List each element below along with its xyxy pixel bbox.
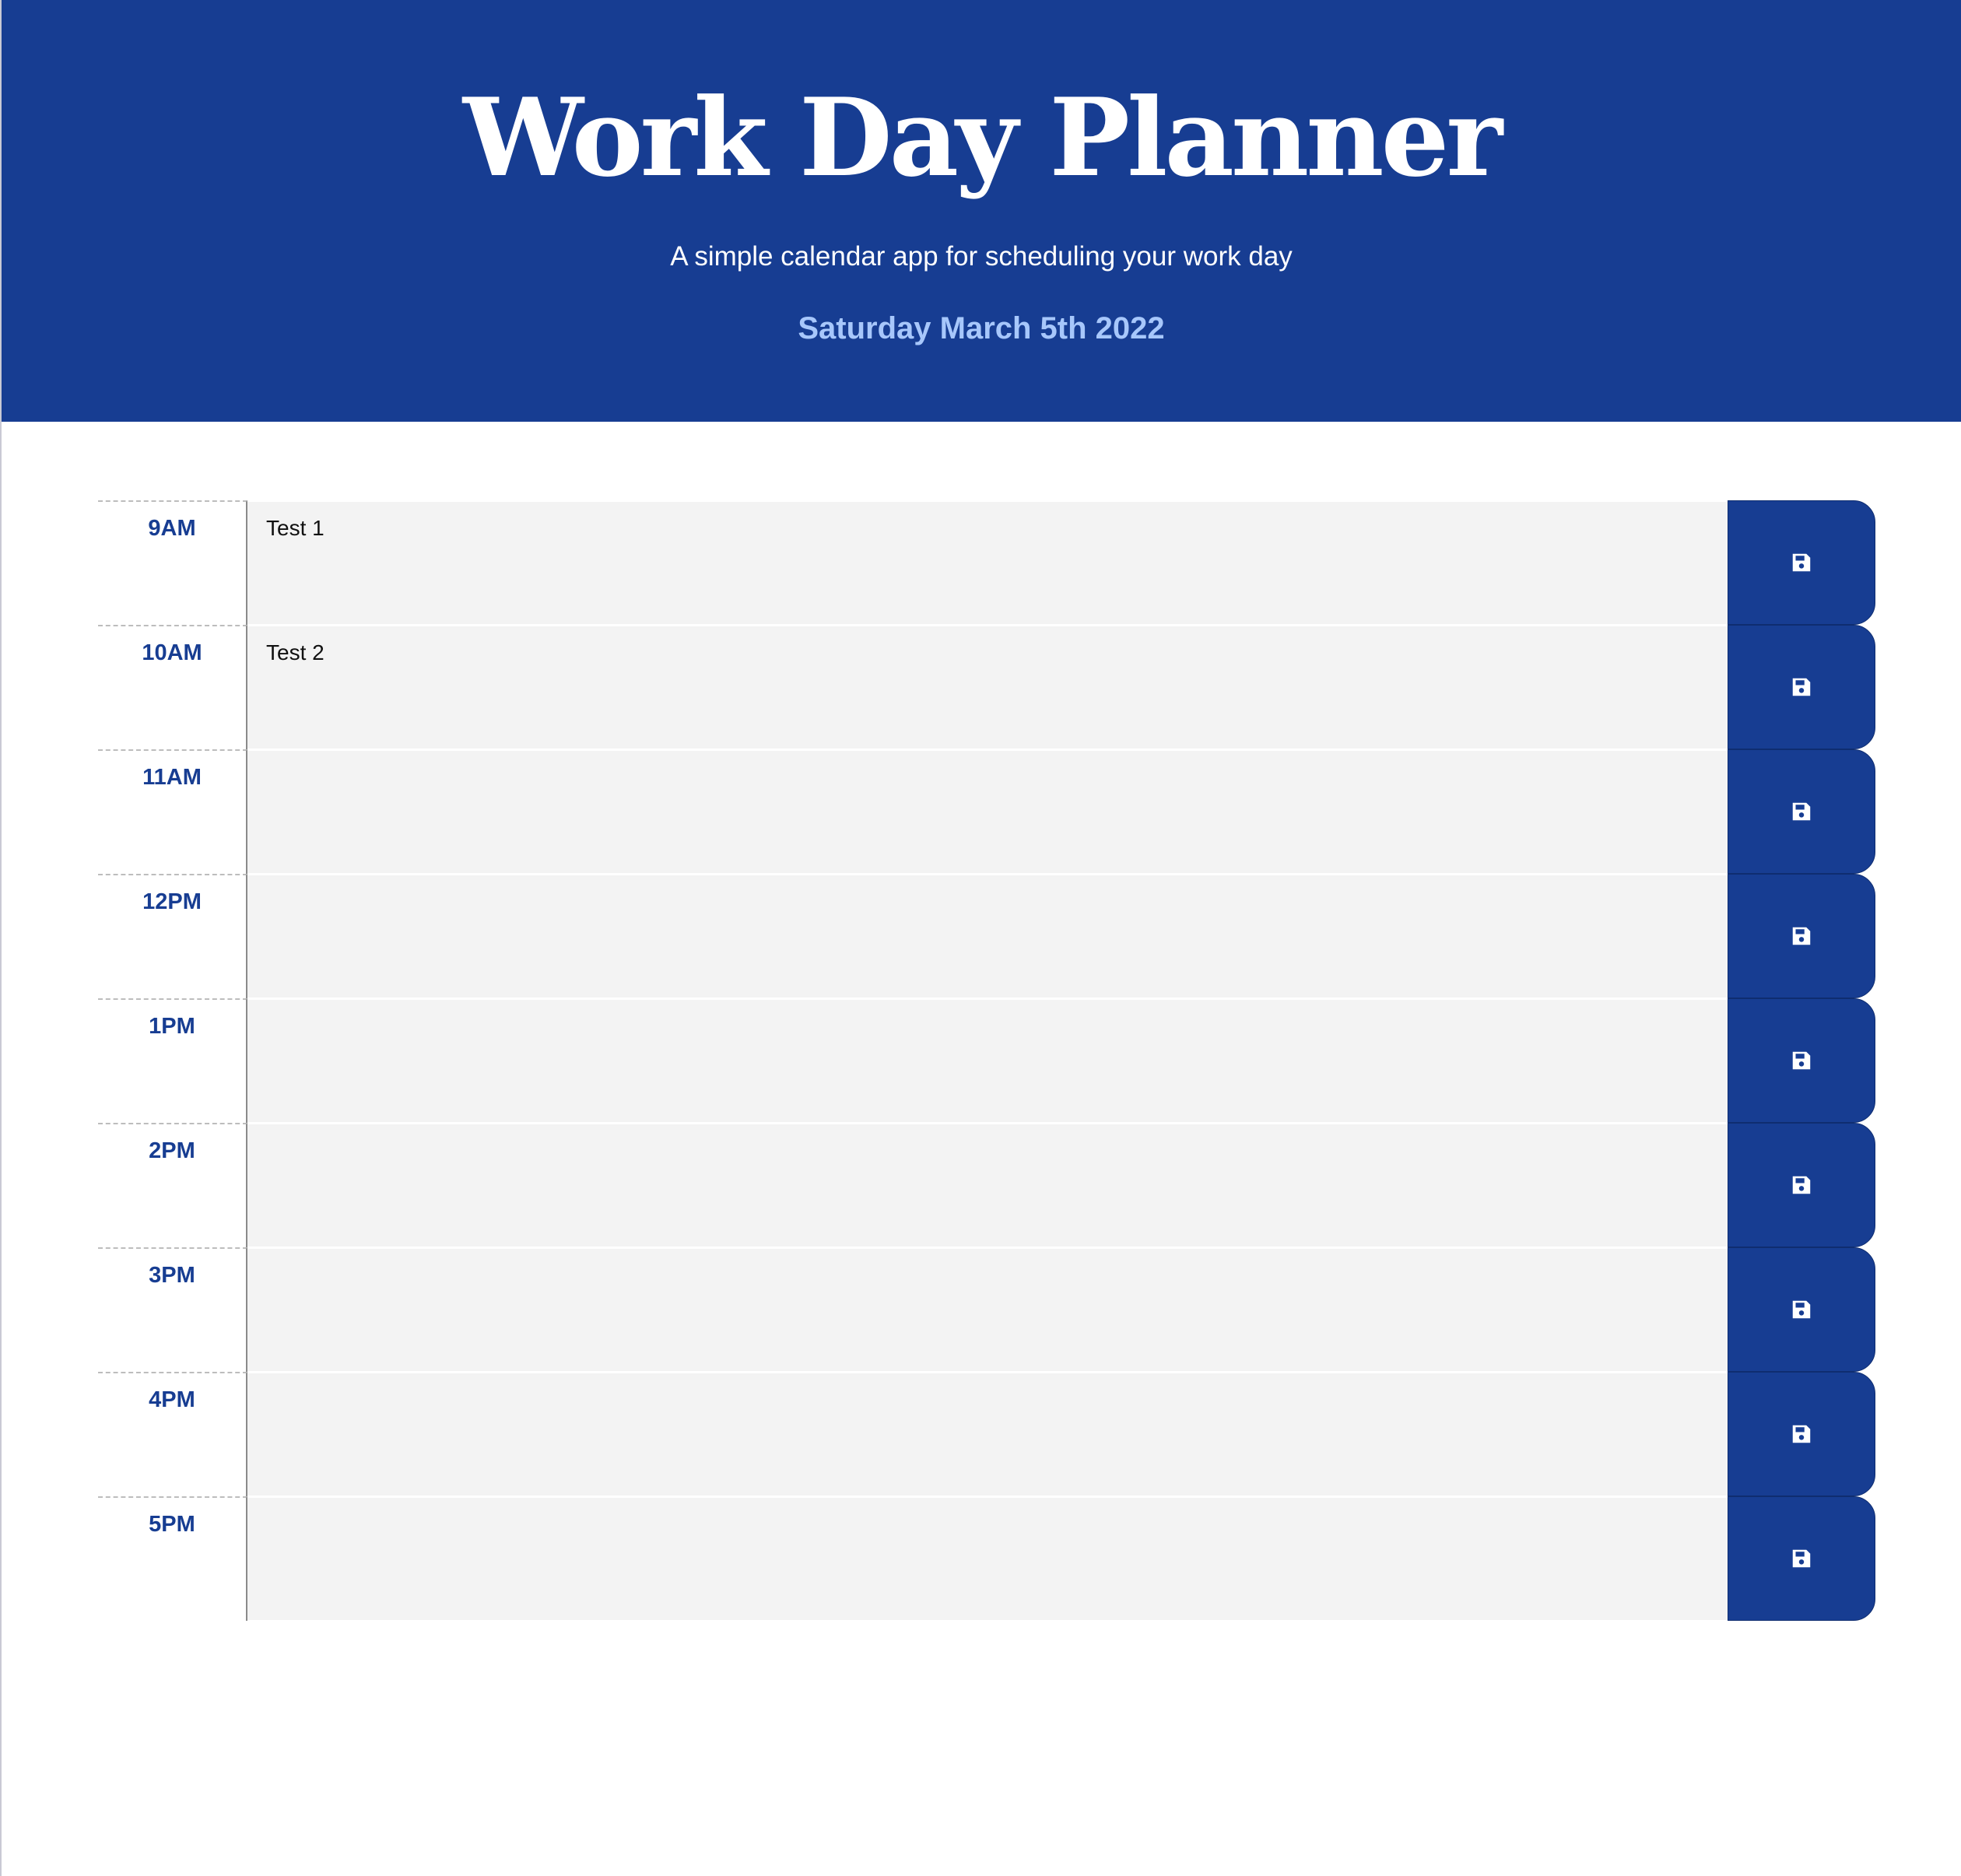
save-button[interactable] — [1728, 1496, 1875, 1621]
floppy-disk-icon — [1792, 802, 1811, 821]
save-button[interactable] — [1728, 625, 1875, 749]
hour-label: 1PM — [98, 998, 247, 1123]
description-input[interactable] — [247, 1123, 1728, 1247]
hour-label: 5PM — [98, 1496, 247, 1621]
hour-label: 2PM — [98, 1123, 247, 1247]
description-input[interactable]: Test 2 — [247, 625, 1728, 749]
save-button[interactable] — [1728, 1372, 1875, 1496]
page-subtitle: A simple calendar app for scheduling you… — [670, 241, 1293, 272]
description-input[interactable] — [247, 749, 1728, 874]
time-block-row: 3PM — [98, 1247, 1875, 1372]
floppy-disk-icon — [1792, 553, 1811, 572]
time-block-row: 5PM — [98, 1496, 1875, 1621]
description-input[interactable] — [247, 1372, 1728, 1496]
hour-label: 4PM — [98, 1372, 247, 1496]
hour-label: 12PM — [98, 874, 247, 998]
time-block-row: 11AM — [98, 749, 1875, 874]
hour-label: 11AM — [98, 749, 247, 874]
save-button[interactable] — [1728, 749, 1875, 874]
floppy-disk-icon — [1792, 1549, 1811, 1568]
floppy-disk-icon — [1792, 678, 1811, 696]
page-title: Work Day Planner — [462, 74, 1503, 201]
time-block-row: 4PM — [98, 1372, 1875, 1496]
floppy-disk-icon — [1792, 1176, 1811, 1194]
save-button[interactable] — [1728, 874, 1875, 998]
save-button[interactable] — [1728, 1123, 1875, 1247]
time-block-row: 1PM — [98, 998, 1875, 1123]
time-block-row: 12PM — [98, 874, 1875, 998]
hour-label: 10AM — [98, 625, 247, 749]
description-input[interactable] — [247, 998, 1728, 1123]
save-button[interactable] — [1728, 1247, 1875, 1372]
floppy-disk-icon — [1792, 927, 1811, 945]
description-input[interactable] — [247, 874, 1728, 998]
time-block-row: 2PM — [98, 1123, 1875, 1247]
hour-label: 3PM — [98, 1247, 247, 1372]
planner-container: 9AM Test 1 10AM Test 2 11AM 12PM 1PM 2PM… — [98, 500, 1875, 1621]
save-button[interactable] — [1728, 500, 1875, 625]
floppy-disk-icon — [1792, 1425, 1811, 1443]
save-button[interactable] — [1728, 998, 1875, 1123]
floppy-disk-icon — [1792, 1051, 1811, 1070]
description-input[interactable] — [247, 1247, 1728, 1372]
current-day: Saturday March 5th 2022 — [798, 311, 1165, 345]
time-block-row: 9AM Test 1 — [98, 500, 1875, 625]
description-input[interactable] — [247, 1496, 1728, 1621]
header: Work Day Planner A simple calendar app f… — [2, 0, 1961, 422]
time-block-row: 10AM Test 2 — [98, 625, 1875, 749]
description-input[interactable]: Test 1 — [247, 500, 1728, 625]
hour-label: 9AM — [98, 500, 247, 625]
floppy-disk-icon — [1792, 1300, 1811, 1319]
